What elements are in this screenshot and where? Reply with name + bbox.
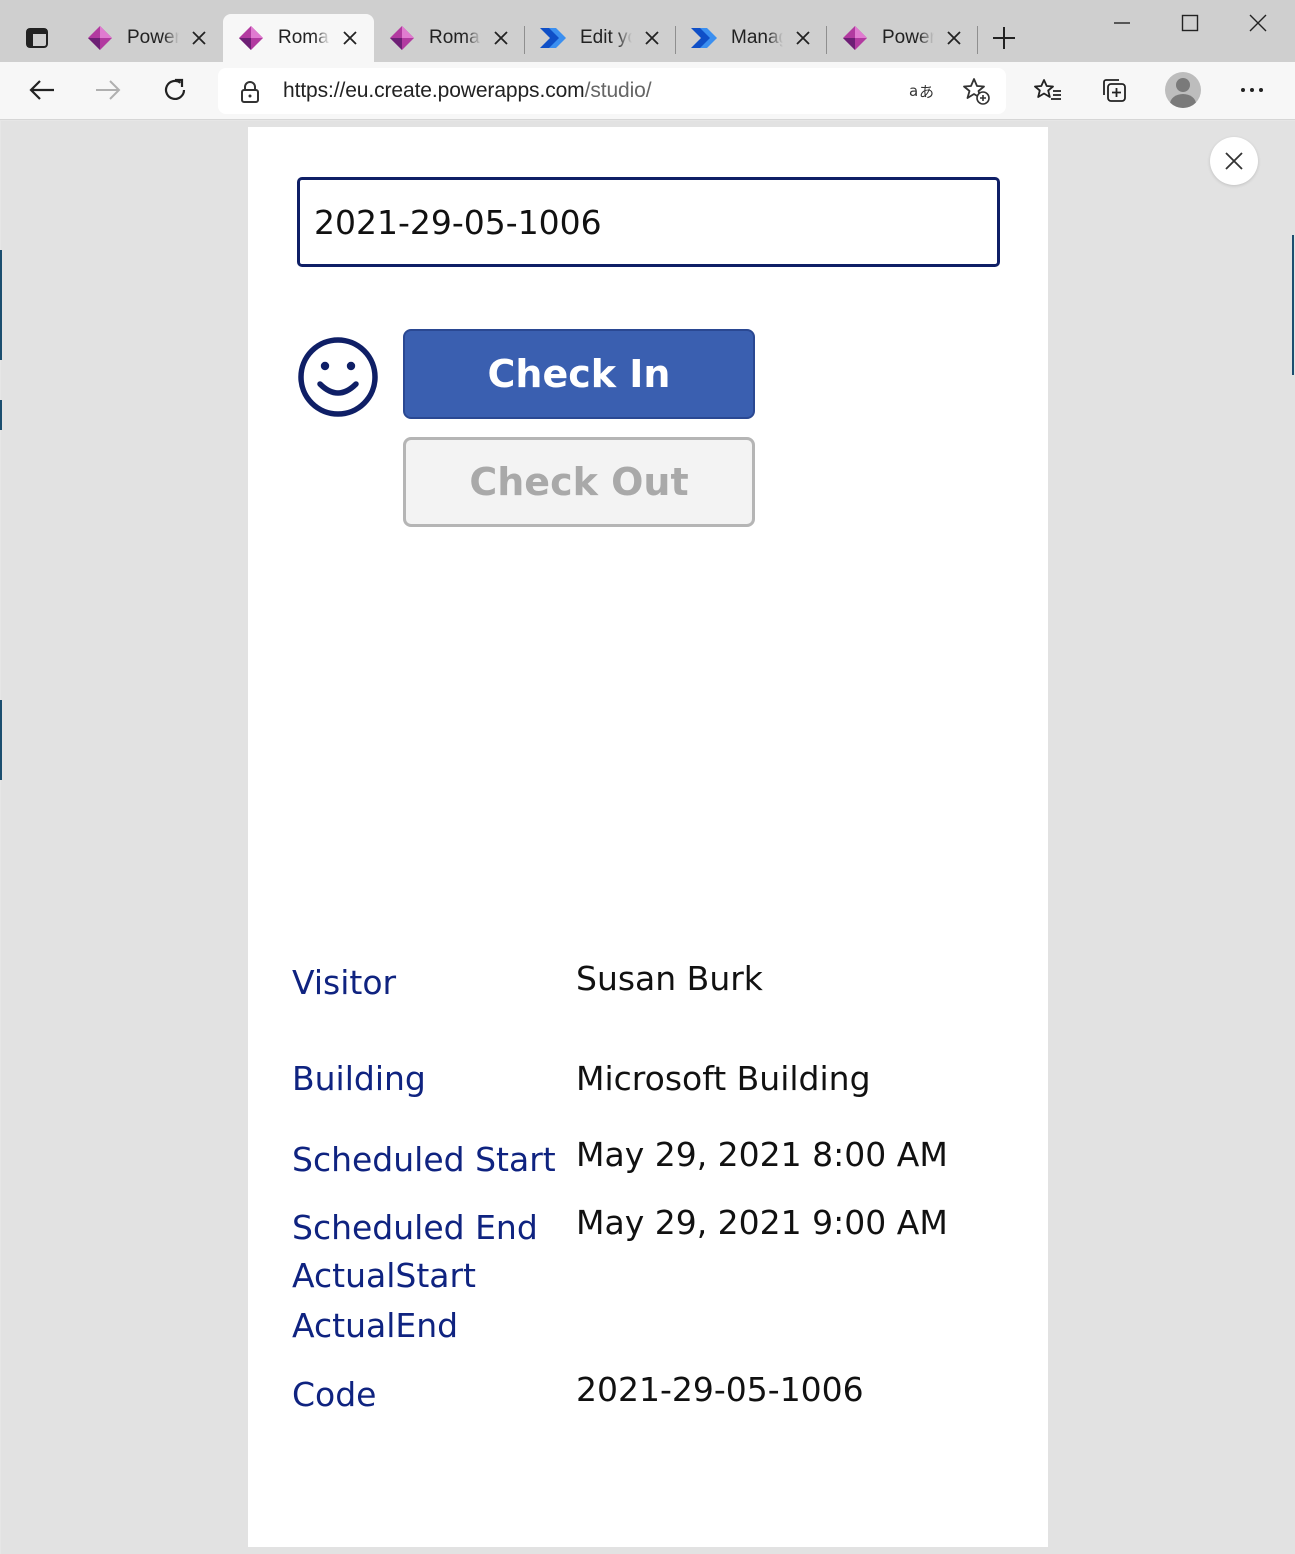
minimize-button[interactable]	[1088, 0, 1156, 46]
visitor-value: Susan Burk	[576, 959, 763, 998]
tab-close-icon[interactable]	[340, 28, 360, 48]
plus-icon	[993, 27, 1015, 49]
close-preview-button[interactable]	[1210, 137, 1258, 185]
forward-button[interactable]	[86, 70, 130, 110]
tab-manage[interactable]: Manage	[676, 14, 827, 62]
window-close-button[interactable]	[1224, 0, 1292, 46]
tab-close-icon[interactable]	[944, 28, 964, 48]
favorites-icon	[1034, 79, 1061, 100]
new-tab-button[interactable]	[986, 20, 1022, 56]
browser-toolbar: https://eu.create.powerapps.com/studio/ …	[0, 62, 1295, 120]
svg-text:あ: あ	[919, 83, 934, 101]
tab-actions-menu-button[interactable]	[18, 20, 56, 56]
tab-title: Power Apps	[882, 27, 934, 48]
minimize-icon	[1114, 22, 1130, 24]
left-edge-artifact	[0, 250, 2, 360]
url-path: /studio/	[584, 79, 652, 102]
close-icon	[1225, 152, 1243, 170]
refresh-button[interactable]	[153, 70, 197, 110]
powerapps-icon	[841, 24, 869, 52]
building-value: Microsoft Building	[576, 1059, 871, 1098]
scheduled-end-label: Scheduled End	[292, 1208, 538, 1247]
building-label: Building	[292, 1059, 426, 1098]
collections-button[interactable]	[1092, 70, 1136, 110]
tab-title: Roman	[278, 27, 330, 48]
actual-start-label: ActualStart	[292, 1256, 476, 1295]
url-host: https://eu.create.powerapps.com	[283, 79, 585, 102]
tab-close-icon[interactable]	[793, 28, 813, 48]
left-edge-artifact	[0, 700, 2, 780]
code-label: Code	[292, 1375, 377, 1414]
powerapps-icon	[388, 24, 416, 52]
tab-title: Manage	[731, 27, 783, 48]
maximize-button[interactable]	[1156, 0, 1224, 46]
maximize-icon	[1181, 14, 1199, 32]
powerapps-icon	[86, 24, 114, 52]
actual-end-label: ActualEnd	[292, 1306, 459, 1345]
tab-roman[interactable]: Roman	[374, 14, 525, 62]
tab-close-icon[interactable]	[642, 28, 662, 48]
scheduled-end-value: May 29, 2021 9:00 AM	[576, 1203, 948, 1242]
tab-separator	[977, 26, 978, 54]
browser-tab-strip: Power Apps Roman Roman Edi	[0, 0, 1295, 62]
avatar-head	[1176, 78, 1190, 92]
powerapps-icon	[237, 24, 265, 52]
favorites-button[interactable]	[1026, 70, 1070, 110]
settings-more-button[interactable]	[1230, 70, 1274, 110]
check-out-button[interactable]: Check Out	[403, 437, 755, 527]
close-icon	[1249, 14, 1267, 32]
tab-title: Power Apps	[127, 27, 179, 48]
tab-close-icon[interactable]	[189, 28, 209, 48]
visit-code-input[interactable]	[297, 177, 1000, 267]
profile-avatar[interactable]	[1165, 72, 1201, 108]
right-edge-artifact	[1292, 235, 1294, 375]
tab-actions-icon	[26, 28, 48, 48]
translate-icon[interactable]: aあ	[904, 76, 940, 106]
svg-text:a: a	[909, 82, 918, 100]
smiley-icon	[298, 337, 378, 417]
scheduled-start-value: May 29, 2021 8:00 AM	[576, 1135, 948, 1174]
tab-title: Edit your	[580, 27, 632, 48]
avatar-body	[1170, 94, 1196, 108]
tab-powerapps-2[interactable]: Power Apps	[827, 14, 978, 62]
more-dots-icon	[1241, 88, 1263, 92]
back-arrow-icon	[29, 80, 54, 100]
left-edge-artifact	[0, 400, 2, 430]
url-text[interactable]: https://eu.create.powerapps.com/studio/	[283, 79, 652, 103]
power-automate-icon	[539, 24, 567, 52]
tab-list: Power Apps Roman Roman Edi	[72, 14, 978, 62]
address-bar[interactable]: https://eu.create.powerapps.com/studio/ …	[218, 68, 1006, 114]
app-screen: Check In Check Out Visitor Susan Burk Bu…	[248, 127, 1048, 1547]
forward-arrow-icon	[96, 80, 121, 100]
code-value: 2021-29-05-1006	[576, 1370, 864, 1409]
visitor-label: Visitor	[292, 963, 397, 1002]
add-favorite-icon[interactable]	[958, 76, 994, 106]
power-automate-icon	[690, 24, 718, 52]
scheduled-start-label: Scheduled Start	[292, 1140, 556, 1179]
tab-powerapps-1[interactable]: Power Apps	[72, 14, 223, 62]
lock-icon[interactable]	[238, 80, 262, 104]
tab-roman-active[interactable]: Roman	[223, 14, 374, 62]
check-in-button[interactable]: Check In	[403, 329, 755, 419]
back-button[interactable]	[20, 70, 64, 110]
tab-title: Roman	[429, 27, 481, 48]
refresh-icon	[164, 78, 186, 101]
tab-edit-your[interactable]: Edit your	[525, 14, 676, 62]
tab-close-icon[interactable]	[491, 28, 511, 48]
collections-icon	[1103, 79, 1126, 102]
